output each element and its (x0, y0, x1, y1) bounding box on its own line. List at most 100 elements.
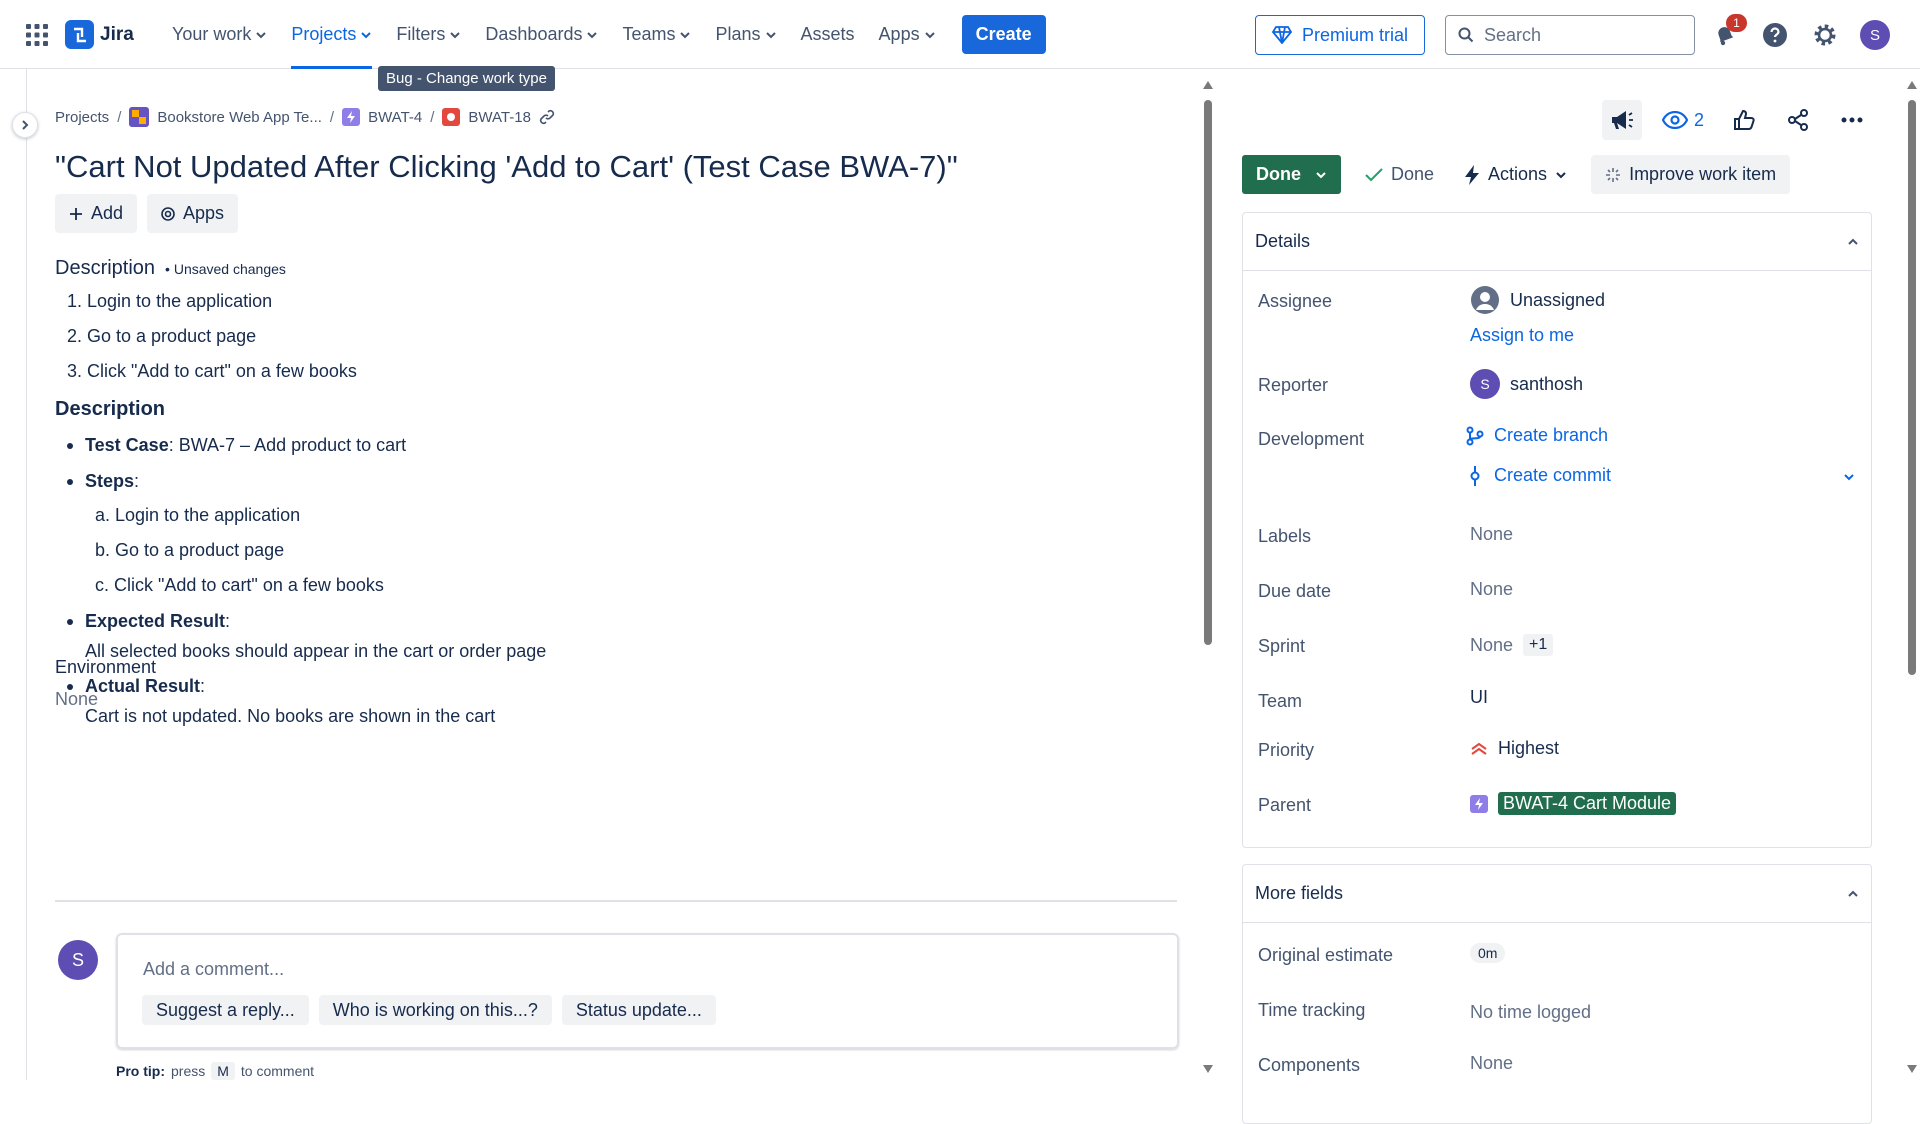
more-fields-header[interactable]: More fields (1243, 865, 1871, 923)
nav-plans[interactable]: Plans (703, 0, 788, 69)
feedback-megaphone-icon[interactable] (1601, 100, 1642, 140)
search-icon (1458, 27, 1474, 43)
issue-title[interactable]: "Cart Not Updated After Clicking 'Add to… (55, 149, 958, 185)
create-branch-link[interactable]: Create branch (1466, 425, 1608, 446)
settings-gear-icon[interactable] (1812, 22, 1838, 48)
priority-value[interactable]: Highest (1470, 738, 1559, 759)
sparkle-icon (1605, 167, 1621, 183)
details-header[interactable]: Details (1243, 213, 1871, 271)
chevron-right-icon (20, 120, 30, 130)
list-item: 2. Go to a product page (67, 326, 257, 346)
expand-sidebar-button[interactable] (12, 112, 38, 138)
chevron-up-icon (1847, 888, 1859, 900)
time-tracking-value[interactable]: No time logged (1470, 1002, 1591, 1023)
user-avatar[interactable]: S (1860, 20, 1890, 50)
scroll-up-arrow-icon[interactable] (1907, 81, 1917, 89)
assign-to-me-link[interactable]: Assign to me (1470, 325, 1574, 346)
more-actions-icon[interactable] (1832, 100, 1872, 140)
side-panel-scrollbar[interactable] (1906, 75, 1918, 1080)
app-name: Jira (100, 23, 134, 45)
search-input[interactable] (1484, 24, 1674, 46)
issue-side-panel: 2 Done Done Actions Improve work item De… (1240, 69, 1872, 1124)
due-date-value[interactable]: None (1470, 579, 1513, 600)
chevron-down-icon (1315, 169, 1327, 181)
chevron-down-icon (1555, 169, 1567, 181)
jira-logo[interactable]: Jira (65, 20, 134, 49)
reporter-value[interactable]: S santhosh (1470, 369, 1583, 399)
nav-filters[interactable]: Filters (384, 0, 473, 69)
issue-toolbar: 2 (1601, 100, 1872, 140)
add-label: Add (91, 203, 124, 223)
epic-icon (1470, 794, 1488, 813)
breadcrumb-label: BWAT-4 (368, 108, 423, 126)
labels-value[interactable]: None (1470, 524, 1513, 545)
chevron-down-icon (586, 29, 598, 41)
suggest-reply-chip[interactable]: Suggest a reply... (142, 995, 309, 1025)
scroll-down-arrow-icon[interactable] (1907, 1065, 1917, 1073)
nav-assets[interactable]: Assets (789, 0, 867, 69)
nav-label: Your work (172, 24, 252, 44)
components-value[interactable]: None (1470, 1053, 1513, 1074)
sprint-value[interactable]: None +1 (1470, 634, 1554, 656)
comment-input[interactable]: Add a comment... Suggest a reply... Who … (116, 933, 1179, 1049)
status-dropdown[interactable]: Done (1242, 155, 1341, 194)
lightning-icon (1464, 164, 1480, 185)
watchers-button[interactable]: 2 (1656, 110, 1710, 131)
environment-value[interactable]: None (55, 689, 98, 710)
add-button[interactable]: Add (55, 194, 138, 233)
avatar: S (1470, 369, 1500, 399)
description-header: Description • Unsaved changes (55, 257, 286, 280)
breadcrumb-label: BWAT-18 (468, 108, 531, 126)
team-value[interactable]: UI (1470, 687, 1488, 708)
who-is-working-chip[interactable]: Who is working on this...? (318, 995, 552, 1025)
breadcrumb-projects[interactable]: Projects (55, 109, 109, 126)
parent-value[interactable]: BWAT-4 Cart Module (1470, 792, 1677, 815)
nav-your-work[interactable]: Your work (160, 0, 279, 69)
field-label: Components (1258, 1055, 1361, 1075)
original-estimate-value[interactable]: 0m (1470, 943, 1506, 963)
unsaved-changes-indicator: • Unsaved changes (165, 261, 286, 277)
breadcrumb-parent[interactable]: BWAT-4 (342, 108, 422, 126)
nav-teams[interactable]: Teams (610, 0, 703, 69)
chevron-down-icon[interactable] (1843, 471, 1855, 483)
premium-trial-button[interactable]: Premium trial (1255, 15, 1425, 55)
help-icon[interactable] (1762, 22, 1788, 48)
app-switcher-icon[interactable] (26, 24, 48, 46)
bold-label: Steps (85, 471, 135, 491)
link-icon[interactable] (539, 109, 555, 125)
status-update-chip[interactable]: Status update... (561, 995, 716, 1025)
unassigned-avatar-icon (1470, 285, 1500, 315)
actions-dropdown[interactable]: Actions (1458, 164, 1573, 185)
chevron-down-icon (679, 29, 691, 41)
create-commit-link[interactable]: Create commit (1466, 465, 1611, 486)
scrollbar-thumb[interactable] (1204, 100, 1212, 645)
main-scrollbar[interactable] (1202, 75, 1214, 1080)
breadcrumb-issue[interactable]: BWAT-18 (442, 108, 555, 126)
bug-icon[interactable] (442, 108, 461, 126)
work-type-tooltip: Bug - Change work type (378, 66, 555, 91)
chevron-down-icon (765, 29, 777, 41)
search-box[interactable] (1445, 15, 1695, 55)
list-item: 1. Login to the application (67, 291, 273, 311)
environment-label: Environment (55, 657, 157, 677)
field-label: Labels (1258, 526, 1312, 546)
scrollbar-thumb[interactable] (1908, 100, 1916, 675)
assignee-value[interactable]: Unassigned (1470, 285, 1605, 315)
create-button[interactable]: Create (961, 15, 1046, 54)
scroll-up-arrow-icon[interactable] (1203, 81, 1213, 89)
breadcrumb-label: Bookstore Web App Te... (157, 108, 322, 126)
share-icon[interactable] (1778, 100, 1818, 140)
nav-apps[interactable]: Apps (867, 0, 948, 69)
nav-projects[interactable]: Projects (279, 0, 384, 69)
jira-logo-icon (65, 20, 94, 49)
parent-link[interactable]: BWAT-4 Cart Module (1498, 792, 1677, 815)
nav-dashboards[interactable]: Dashboards (473, 0, 610, 69)
improve-work-item-button[interactable]: Improve work item (1591, 155, 1791, 194)
list-item-text: Cart is not updated. No books are shown … (85, 706, 496, 726)
field-value: 0m (1470, 943, 1506, 963)
scroll-down-arrow-icon[interactable] (1203, 1065, 1213, 1073)
breadcrumb-project[interactable]: Bookstore Web App Te... (129, 107, 322, 127)
bullet (67, 443, 73, 450)
apps-button[interactable]: Apps (147, 194, 239, 233)
like-thumbs-up-icon[interactable] (1724, 100, 1764, 140)
